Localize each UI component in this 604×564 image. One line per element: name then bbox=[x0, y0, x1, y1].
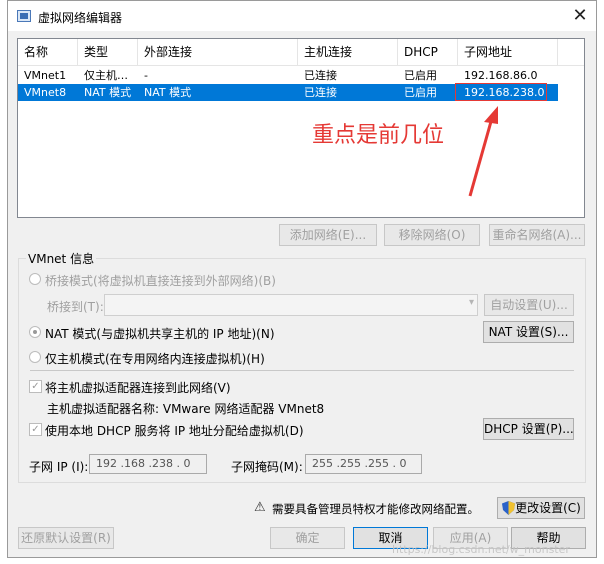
list-header: 名称 类型 外部连接 主机连接 DHCP 子网地址 bbox=[18, 39, 584, 66]
use-dhcp-label: 使用本地 DHCP 服务将 IP 地址分配给虚拟机(D) bbox=[45, 424, 304, 438]
close-icon[interactable]: ✕ bbox=[568, 5, 592, 27]
add-network-button[interactable]: 添加网络(E)... bbox=[279, 224, 377, 246]
col-header-subnet[interactable]: 子网地址 bbox=[458, 39, 558, 66]
bridge-to-select[interactable]: ▾ bbox=[104, 294, 478, 316]
table-row[interactable]: VMnet1 仅主机… - 已连接 已启用 192.168.86.0 bbox=[18, 67, 584, 84]
rename-network-button[interactable]: 重命名网络(A)... bbox=[489, 224, 585, 246]
col-header-external[interactable]: 外部连接 bbox=[138, 39, 298, 66]
subnet-ip-label: 子网 IP (I): bbox=[29, 460, 89, 474]
auto-settings-button[interactable]: 自动设置(U)... bbox=[484, 294, 574, 316]
separator bbox=[30, 370, 574, 371]
restore-defaults-button[interactable]: 还原默认设置(R) bbox=[18, 527, 114, 549]
host-only-mode-label: 仅主机模式(在专用网络内连接虚拟机)(H) bbox=[45, 352, 265, 366]
cell-type: 仅主机… bbox=[84, 69, 128, 82]
change-settings-button[interactable]: 更改设置(C) bbox=[497, 497, 585, 519]
adapter-name-label: 主机虚拟适配器名称: VMware 网络适配器 VMnet8 bbox=[47, 402, 325, 416]
cell-dhcp: 已启用 bbox=[404, 86, 437, 99]
cell-dhcp: 已启用 bbox=[404, 69, 437, 82]
nat-mode-label: NAT 模式(与虚拟机共享主机的 IP 地址)(N) bbox=[45, 327, 275, 341]
nat-settings-button[interactable]: NAT 设置(S)... bbox=[483, 321, 574, 343]
cell-external: NAT 模式 bbox=[144, 86, 192, 99]
use-dhcp-checkbox[interactable]: ✓ bbox=[29, 423, 42, 436]
cell-name: VMnet8 bbox=[24, 86, 67, 99]
cell-host: 已连接 bbox=[304, 86, 337, 99]
cell-host: 已连接 bbox=[304, 69, 337, 82]
cell-external: - bbox=[144, 69, 148, 82]
dhcp-settings-button[interactable]: DHCP 设置(P)... bbox=[483, 418, 574, 440]
watermark-text: https://blog.csdn.net/w_monster bbox=[392, 543, 570, 556]
title-bar: 虚拟网络编辑器 ✕ bbox=[8, 1, 596, 31]
col-header-type[interactable]: 类型 bbox=[78, 39, 138, 66]
warning-icon: ⚠ bbox=[254, 500, 266, 515]
window-title: 虚拟网络编辑器 bbox=[38, 11, 123, 25]
subnet-mask-input[interactable]: 255 .255 .255 . 0 bbox=[305, 454, 422, 474]
annotation-text: 重点是前几位 bbox=[312, 123, 445, 148]
ok-button[interactable]: 确定 bbox=[270, 527, 345, 549]
network-list[interactable]: 名称 类型 外部连接 主机连接 DHCP 子网地址 VMnet1 仅主机… - … bbox=[17, 38, 585, 218]
shield-icon bbox=[502, 501, 515, 515]
col-header-name[interactable]: 名称 bbox=[18, 39, 78, 66]
network-app-icon bbox=[17, 10, 31, 22]
vmnet-info-title: VMnet 信息 bbox=[26, 250, 97, 267]
nat-mode-radio[interactable] bbox=[29, 326, 41, 338]
bridged-mode-label: 桥接模式(将虚拟机直接连接到外部网络)(B) bbox=[45, 274, 276, 288]
host-only-mode-radio[interactable] bbox=[29, 351, 41, 363]
subnet-mask-label: 子网掩码(M): bbox=[231, 460, 303, 474]
col-header-dhcp[interactable]: DHCP bbox=[398, 39, 458, 66]
col-header-host[interactable]: 主机连接 bbox=[298, 39, 398, 66]
connect-adapter-checkbox[interactable]: ✓ bbox=[29, 380, 42, 393]
remove-network-button[interactable]: 移除网络(O) bbox=[384, 224, 480, 246]
cell-subnet: 192.168.86.0 bbox=[464, 69, 538, 82]
change-settings-label: 更改设置(C) bbox=[515, 501, 581, 515]
bridge-to-label: 桥接到(T): bbox=[47, 300, 104, 314]
subnet-highlight-box bbox=[455, 83, 547, 101]
bridged-mode-radio[interactable] bbox=[29, 273, 41, 285]
cell-type: NAT 模式 bbox=[84, 86, 132, 99]
cell-name: VMnet1 bbox=[24, 69, 67, 82]
subnet-ip-input[interactable]: 192 .168 .238 . 0 bbox=[89, 454, 207, 474]
admin-notice: 需要具备管理员特权才能修改网络配置。 bbox=[272, 502, 479, 516]
connect-adapter-label: 将主机虚拟适配器连接到此网络(V) bbox=[45, 381, 231, 395]
chevron-down-icon: ▾ bbox=[468, 297, 474, 308]
